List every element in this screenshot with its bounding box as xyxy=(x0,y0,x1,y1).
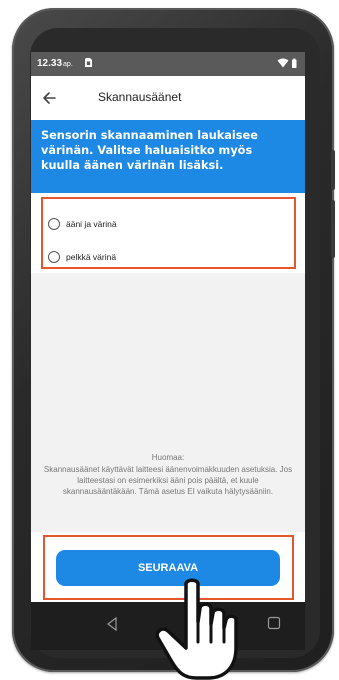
status-time: 12.33ap. xyxy=(37,58,73,69)
battery-icon xyxy=(292,59,297,68)
status-bar: 12.33ap. xyxy=(31,52,305,76)
option-sound-and-vibration[interactable]: ääni ja värinä xyxy=(48,215,248,237)
option-label: ääni ja värinä xyxy=(66,219,117,229)
banner-text: Sensorin skannaaminen laukaisee värinän.… xyxy=(41,129,258,172)
wifi-icon xyxy=(277,58,289,68)
nav-back-icon[interactable] xyxy=(103,615,121,633)
page-title: Skannausäänet xyxy=(98,90,182,104)
option-label: pelkkä värinä xyxy=(66,252,117,262)
volume-button xyxy=(331,150,335,190)
sim-card-icon xyxy=(85,58,92,67)
power-button xyxy=(331,200,335,258)
radio-button[interactable] xyxy=(48,218,60,230)
instruction-banner: Sensorin skannaaminen laukaisee värinän.… xyxy=(31,120,305,193)
radio-button[interactable] xyxy=(48,251,60,263)
note-title: Huomaa: xyxy=(151,453,185,462)
app-bar: Skannausäänet xyxy=(31,76,305,120)
pointing-hand-icon xyxy=(155,578,238,680)
status-icons xyxy=(277,58,297,68)
options-list: ääni ja värinä pelkkä värinä xyxy=(31,193,305,273)
phone-screen: 12.33ap. Skannausäänet Sensorin skannaam… xyxy=(31,52,305,650)
next-button-label: SEURAAVA xyxy=(137,562,199,574)
arrow-left-icon[interactable] xyxy=(35,84,63,112)
note-body: Skannausäänet käyttävät laitteesi äänenv… xyxy=(43,465,293,497)
option-vibration-only[interactable]: pelkkä värinä xyxy=(48,248,248,270)
nav-recent-icon[interactable] xyxy=(267,616,281,630)
